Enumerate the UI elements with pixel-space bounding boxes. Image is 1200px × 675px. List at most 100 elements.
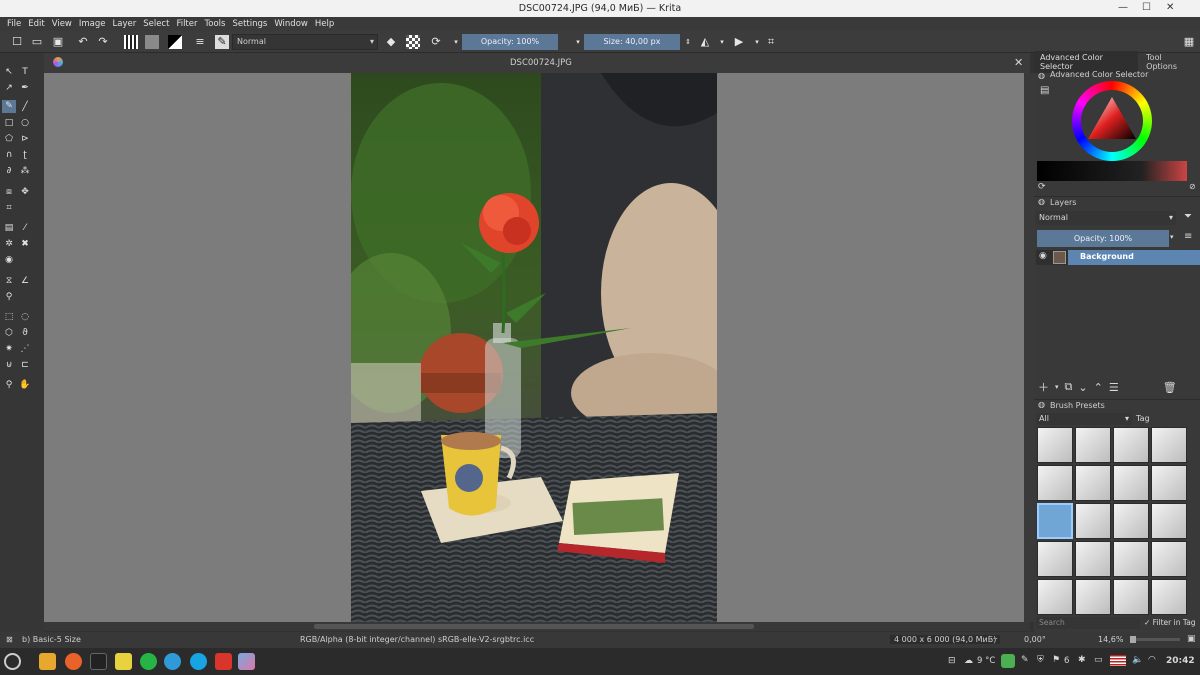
visibility-eye-icon[interactable]: ◉ <box>1039 251 1047 261</box>
layer-properties-icon[interactable]: ☰ <box>1109 381 1119 394</box>
spin-arrows-icon[interactable]: ⇕ <box>681 35 695 49</box>
brush-preset-icon[interactable]: ✎ <box>215 35 229 49</box>
bell-icon[interactable]: ⚑ <box>1052 655 1060 665</box>
polygon-select-icon[interactable]: ⬡ <box>3 327 15 339</box>
clear-icon[interactable]: ⊘ <box>1189 182 1196 191</box>
preset-pencil-blue[interactable] <box>1075 541 1111 577</box>
fg-bg-color-icon[interactable] <box>168 35 182 49</box>
layer-menu-icon[interactable]: ≡ <box>1184 231 1192 242</box>
preset-texture-2[interactable] <box>1075 579 1111 615</box>
zoom-tool-icon[interactable]: ⚲ <box>3 379 15 391</box>
colorize-mask-icon[interactable]: ✲ <box>3 238 15 250</box>
close-document-icon[interactable]: ✕ <box>1014 56 1023 69</box>
menu-file[interactable]: File <box>7 19 21 29</box>
menu-select[interactable]: Select <box>143 19 169 29</box>
preset-eraser[interactable] <box>1037 427 1073 463</box>
zoom-slider[interactable] <box>1130 636 1180 643</box>
layer-opacity-slider[interactable]: Opacity: 100% <box>1037 230 1169 247</box>
gradient-tool-icon[interactable]: ▤ <box>3 222 15 234</box>
color-settings-icon[interactable]: ▤ <box>1040 85 1049 96</box>
notes-icon[interactable] <box>115 653 132 670</box>
multibrush-icon[interactable]: ⁂ <box>19 165 31 177</box>
bezier-select-icon[interactable]: ⊍ <box>3 359 15 371</box>
files-icon[interactable] <box>39 653 56 670</box>
ellipse-select-icon[interactable]: ◌ <box>19 311 31 323</box>
blend-mode-select[interactable]: Normal ▾ <box>232 34 378 50</box>
select-shapes-icon[interactable]: ↖ <box>3 66 15 78</box>
menu-layer[interactable]: Layer <box>113 19 137 29</box>
add-layer-icon[interactable]: ＋ <box>1038 379 1049 395</box>
text-tool-icon[interactable]: T <box>19 66 31 78</box>
bluetooth-icon[interactable]: ✱ <box>1078 655 1086 665</box>
maximize-button[interactable]: ☐ <box>1142 2 1151 13</box>
chevron-down-icon[interactable]: ▾ <box>449 35 463 49</box>
chevron-down-icon[interactable]: ▾ <box>1055 383 1059 391</box>
chevron-down-icon[interactable]: ▾ <box>715 35 729 49</box>
smart-patch-icon[interactable]: ✖ <box>19 238 31 250</box>
more-icon[interactable]: ⋯ <box>990 634 998 643</box>
chevron-down-icon[interactable]: ▾ <box>750 35 764 49</box>
skype-icon[interactable] <box>190 653 207 670</box>
transform-tool-icon[interactable]: ⧈ <box>3 186 15 198</box>
app-red-icon[interactable] <box>215 653 232 670</box>
menu-image[interactable]: Image <box>79 19 106 29</box>
whatsapp-icon[interactable] <box>140 653 157 670</box>
volume-icon[interactable]: 🔈 <box>1132 655 1143 665</box>
layer-row[interactable]: ◉ Background <box>1036 250 1200 265</box>
preset-airbrush[interactable] <box>1113 427 1149 463</box>
filter-in-tag-checkbox[interactable]: ✓ Filter in Tag <box>1144 617 1200 629</box>
menu-tools[interactable]: Tools <box>205 19 226 29</box>
freehand-brush-icon[interactable]: ✎ <box>2 100 16 113</box>
pattern-selector-icon[interactable] <box>145 35 159 49</box>
mint-menu-icon[interactable] <box>4 653 21 670</box>
reload-preset-icon[interactable]: ⟳ <box>429 35 443 49</box>
move-tool-icon[interactable]: ✥ <box>19 186 31 198</box>
ellipse-tool-icon[interactable]: ○ <box>19 117 31 129</box>
document-image[interactable] <box>351 73 717 622</box>
preset-blender[interactable] <box>1113 465 1149 501</box>
layout-icon[interactable]: ▦ <box>1182 35 1196 49</box>
weather-icon[interactable]: ☁ <box>964 656 973 666</box>
edit-shapes-icon[interactable]: ↗ <box>3 82 15 94</box>
undo-icon[interactable]: ↶ <box>76 35 90 49</box>
crop-tool-icon[interactable]: ⌗ <box>3 202 15 214</box>
preset-brush-red[interactable] <box>1075 503 1111 539</box>
preset-soft[interactable] <box>1151 427 1187 463</box>
preset-pen-blue[interactable] <box>1075 427 1111 463</box>
wifi-icon[interactable]: ◠ <box>1148 655 1156 665</box>
preset-search-input[interactable]: Search <box>1036 617 1140 629</box>
color-history-strip[interactable] <box>1037 161 1187 181</box>
preset-texture-green[interactable] <box>1113 579 1149 615</box>
terminal-icon[interactable] <box>90 653 107 670</box>
freehand-select-icon[interactable]: ϑ <box>19 327 31 339</box>
calligraphy-icon[interactable]: ✒ <box>19 82 31 94</box>
new-document-icon[interactable]: ☐ <box>10 35 24 49</box>
contiguous-select-icon[interactable]: ✷ <box>3 343 15 355</box>
move-down-icon[interactable]: ⌄ <box>1078 381 1087 394</box>
menu-filter[interactable]: Filter <box>176 19 197 29</box>
bezier-curve-icon[interactable]: ∩ <box>3 149 15 161</box>
close-window-button[interactable]: ✕ <box>1166 2 1174 13</box>
brush-settings-icon[interactable]: ≡ <box>193 35 207 49</box>
color-triangle[interactable] <box>1086 95 1138 147</box>
preset-pencil[interactable] <box>1037 541 1073 577</box>
telegram-icon[interactable] <box>164 653 181 670</box>
scroll-handle[interactable] <box>314 624 754 629</box>
mirror-vertical-icon[interactable]: ▶ <box>732 35 746 49</box>
preset-smudge[interactable] <box>1151 465 1187 501</box>
line-tool-icon[interactable]: ╱ <box>19 101 31 113</box>
update-icon[interactable] <box>1001 654 1015 668</box>
us-flag-icon[interactable] <box>1110 655 1126 666</box>
layer-blend-mode-select[interactable]: Normal ▾ <box>1036 211 1176 225</box>
save-icon[interactable]: ▣ <box>51 35 65 49</box>
preset-texture-1[interactable] <box>1037 579 1073 615</box>
crop-icon[interactable]: ⌗ <box>764 35 778 49</box>
horizontal-scrollbar[interactable] <box>44 622 1030 631</box>
freehand-path-icon[interactable]: ʈ <box>19 149 31 161</box>
shield-icon[interactable]: ⛨ <box>1037 655 1044 665</box>
menu-view[interactable]: View <box>52 19 72 29</box>
preset-basic-5-size[interactable] <box>1037 503 1073 539</box>
move-up-icon[interactable]: ⌃ <box>1094 381 1103 394</box>
rect-select-icon[interactable]: ⬚ <box>3 311 15 323</box>
tag-select[interactable]: Tag <box>1136 413 1170 425</box>
